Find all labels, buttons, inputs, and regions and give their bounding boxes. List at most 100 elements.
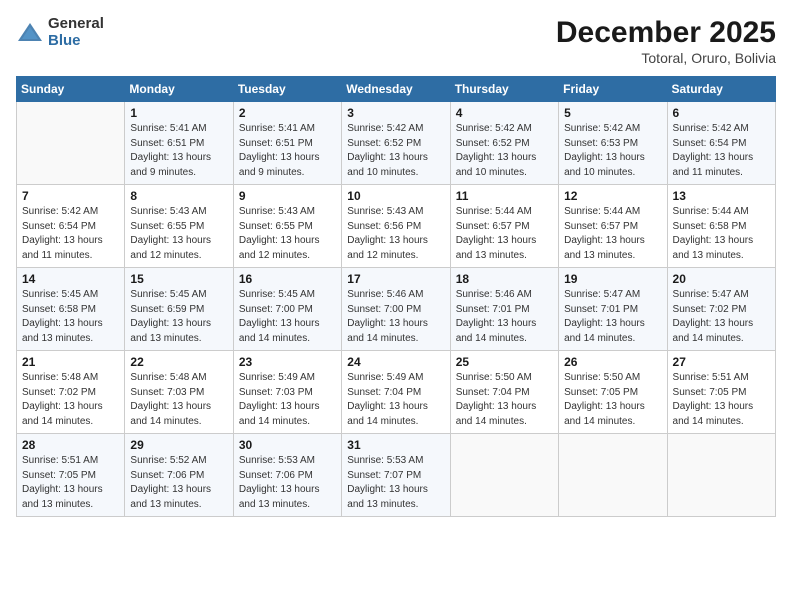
day-info: Sunrise: 5:50 AMSunset: 7:04 PMDaylight:… (456, 371, 553, 429)
day-info: Sunrise: 5:53 AMSunset: 7:07 PMDaylight:… (347, 454, 444, 512)
calendar-cell: 30Sunrise: 5:53 AMSunset: 7:06 PMDayligh… (233, 434, 341, 517)
day-number: 3 (347, 106, 444, 120)
day-number: 7 (22, 189, 119, 203)
day-info: Sunrise: 5:49 AMSunset: 7:04 PMDaylight:… (347, 371, 444, 429)
day-info: Sunrise: 5:45 AMSunset: 6:59 PMDaylight:… (130, 288, 227, 346)
day-number: 26 (564, 355, 661, 369)
calendar-cell: 3Sunrise: 5:42 AMSunset: 6:52 PMDaylight… (342, 102, 450, 185)
calendar-week-row: 21 Sunrise: 5:48 AMSunset: 7:02 PMDayligh… (17, 351, 776, 434)
col-header-sunday: Sunday (17, 77, 125, 102)
day-info: Sunrise: 5:44 AMSunset: 6:58 PMDaylight:… (673, 205, 770, 263)
calendar-cell: 11 Sunrise: 5:44 AMSunset: 6:57 PMDayligh… (450, 185, 558, 268)
day-info: Sunrise: 5:51 AMSunset: 7:05 PMDaylight:… (673, 371, 770, 429)
calendar-cell (667, 434, 775, 517)
logo-icon (16, 21, 44, 45)
calendar-week-row: 14 Sunrise: 5:45 AMSunset: 6:58 PMDayligh… (17, 268, 776, 351)
calendar-cell: 20 Sunrise: 5:47 AMSunset: 7:02 PMDayligh… (667, 268, 775, 351)
day-number: 14 (22, 272, 119, 286)
calendar-week-row: 7 Sunrise: 5:42 AMSunset: 6:54 PMDaylight… (17, 185, 776, 268)
calendar-cell: 8Sunrise: 5:43 AMSunset: 6:55 PMDaylight… (125, 185, 233, 268)
calendar-cell: 27 Sunrise: 5:51 AMSunset: 7:05 PMDayligh… (667, 351, 775, 434)
calendar-cell: 13 Sunrise: 5:44 AMSunset: 6:58 PMDayligh… (667, 185, 775, 268)
calendar-cell: 7 Sunrise: 5:42 AMSunset: 6:54 PMDaylight… (17, 185, 125, 268)
col-header-monday: Monday (125, 77, 233, 102)
day-number: 19 (564, 272, 661, 286)
calendar-cell (450, 434, 558, 517)
col-header-friday: Friday (559, 77, 667, 102)
day-number: 20 (673, 272, 770, 286)
calendar-cell: 4 Sunrise: 5:42 AMSunset: 6:52 PMDaylight… (450, 102, 558, 185)
day-number: 17 (347, 272, 444, 286)
day-number: 12 (564, 189, 661, 203)
day-info: Sunrise: 5:48 AMSunset: 7:02 PMDaylight:… (22, 371, 119, 429)
day-info: Sunrise: 5:47 AMSunset: 7:01 PMDaylight:… (564, 288, 661, 346)
day-number: 22 (130, 355, 227, 369)
calendar-cell: 29 Sunrise: 5:52 AMSunset: 7:06 PMDayligh… (125, 434, 233, 517)
col-header-tuesday: Tuesday (233, 77, 341, 102)
calendar-cell: 23Sunrise: 5:49 AMSunset: 7:03 PMDayligh… (233, 351, 341, 434)
col-header-thursday: Thursday (450, 77, 558, 102)
logo-text-line2: Blue (48, 33, 104, 50)
day-info: Sunrise: 5:44 AMSunset: 6:57 PMDaylight:… (564, 205, 661, 263)
calendar-cell: 18Sunrise: 5:46 AMSunset: 7:01 PMDayligh… (450, 268, 558, 351)
calendar-cell (559, 434, 667, 517)
day-info: Sunrise: 5:42 AMSunset: 6:54 PMDaylight:… (22, 205, 119, 263)
day-info: Sunrise: 5:43 AMSunset: 6:55 PMDaylight:… (239, 205, 336, 263)
calendar-cell: 2 Sunrise: 5:41 AMSunset: 6:51 PMDaylight… (233, 102, 341, 185)
day-info: Sunrise: 5:50 AMSunset: 7:05 PMDaylight:… (564, 371, 661, 429)
day-number: 16 (239, 272, 336, 286)
calendar-cell: 14 Sunrise: 5:45 AMSunset: 6:58 PMDayligh… (17, 268, 125, 351)
day-info: Sunrise: 5:42 AMSunset: 6:52 PMDaylight:… (456, 122, 553, 180)
calendar-cell: 26 Sunrise: 5:50 AMSunset: 7:05 PMDayligh… (559, 351, 667, 434)
calendar-cell: 9 Sunrise: 5:43 AMSunset: 6:55 PMDaylight… (233, 185, 341, 268)
day-info: Sunrise: 5:41 AMSunset: 6:51 PMDaylight:… (239, 122, 336, 180)
day-info: Sunrise: 5:51 AMSunset: 7:05 PMDaylight:… (22, 454, 119, 512)
calendar-cell: 31 Sunrise: 5:53 AMSunset: 7:07 PMDayligh… (342, 434, 450, 517)
day-number: 27 (673, 355, 770, 369)
day-info: Sunrise: 5:42 AMSunset: 6:53 PMDaylight:… (564, 122, 661, 180)
day-number: 8 (130, 189, 227, 203)
day-info: Sunrise: 5:45 AMSunset: 7:00 PMDaylight:… (239, 288, 336, 346)
day-number: 18 (456, 272, 553, 286)
day-info: Sunrise: 5:52 AMSunset: 7:06 PMDaylight:… (130, 454, 227, 512)
day-info: Sunrise: 5:47 AMSunset: 7:02 PMDaylight:… (673, 288, 770, 346)
day-number: 28 (22, 438, 119, 452)
day-number: 21 (22, 355, 119, 369)
day-number: 4 (456, 106, 553, 120)
day-number: 13 (673, 189, 770, 203)
calendar-week-row: 28 Sunrise: 5:51 AMSunset: 7:05 PMDayligh… (17, 434, 776, 517)
day-number: 11 (456, 189, 553, 203)
page-header: General Blue December 2025 Totoral, Orur… (16, 16, 776, 66)
day-number: 9 (239, 189, 336, 203)
calendar-cell (17, 102, 125, 185)
col-header-wednesday: Wednesday (342, 77, 450, 102)
day-number: 2 (239, 106, 336, 120)
day-number: 5 (564, 106, 661, 120)
day-number: 1 (130, 106, 227, 120)
calendar-cell: 21 Sunrise: 5:48 AMSunset: 7:02 PMDayligh… (17, 351, 125, 434)
calendar-cell: 28 Sunrise: 5:51 AMSunset: 7:05 PMDayligh… (17, 434, 125, 517)
day-info: Sunrise: 5:42 AMSunset: 6:54 PMDaylight:… (673, 122, 770, 180)
day-info: Sunrise: 5:45 AMSunset: 6:58 PMDaylight:… (22, 288, 119, 346)
day-info: Sunrise: 5:44 AMSunset: 6:57 PMDaylight:… (456, 205, 553, 263)
day-number: 15 (130, 272, 227, 286)
logo: General Blue (16, 16, 104, 49)
calendar-cell: 6 Sunrise: 5:42 AMSunset: 6:54 PMDaylight… (667, 102, 775, 185)
calendar-cell: 19 Sunrise: 5:47 AMSunset: 7:01 PMDayligh… (559, 268, 667, 351)
day-info: Sunrise: 5:46 AMSunset: 7:00 PMDaylight:… (347, 288, 444, 346)
page-subtitle: Totoral, Oruro, Bolivia (556, 50, 776, 66)
calendar-cell: 24 Sunrise: 5:49 AMSunset: 7:04 PMDayligh… (342, 351, 450, 434)
calendar-table: SundayMondayTuesdayWednesdayThursdayFrid… (16, 76, 776, 517)
day-info: Sunrise: 5:41 AMSunset: 6:51 PMDaylight:… (130, 122, 227, 180)
calendar-cell: 17 Sunrise: 5:46 AMSunset: 7:00 PMDayligh… (342, 268, 450, 351)
day-number: 24 (347, 355, 444, 369)
day-info: Sunrise: 5:49 AMSunset: 7:03 PMDaylight:… (239, 371, 336, 429)
day-number: 31 (347, 438, 444, 452)
day-number: 29 (130, 438, 227, 452)
calendar-cell: 25Sunrise: 5:50 AMSunset: 7:04 PMDayligh… (450, 351, 558, 434)
calendar-week-row: 1 Sunrise: 5:41 AMSunset: 6:51 PMDaylight… (17, 102, 776, 185)
title-block: December 2025 Totoral, Oruro, Bolivia (556, 16, 776, 66)
calendar-cell: 1 Sunrise: 5:41 AMSunset: 6:51 PMDaylight… (125, 102, 233, 185)
col-header-saturday: Saturday (667, 77, 775, 102)
day-number: 6 (673, 106, 770, 120)
